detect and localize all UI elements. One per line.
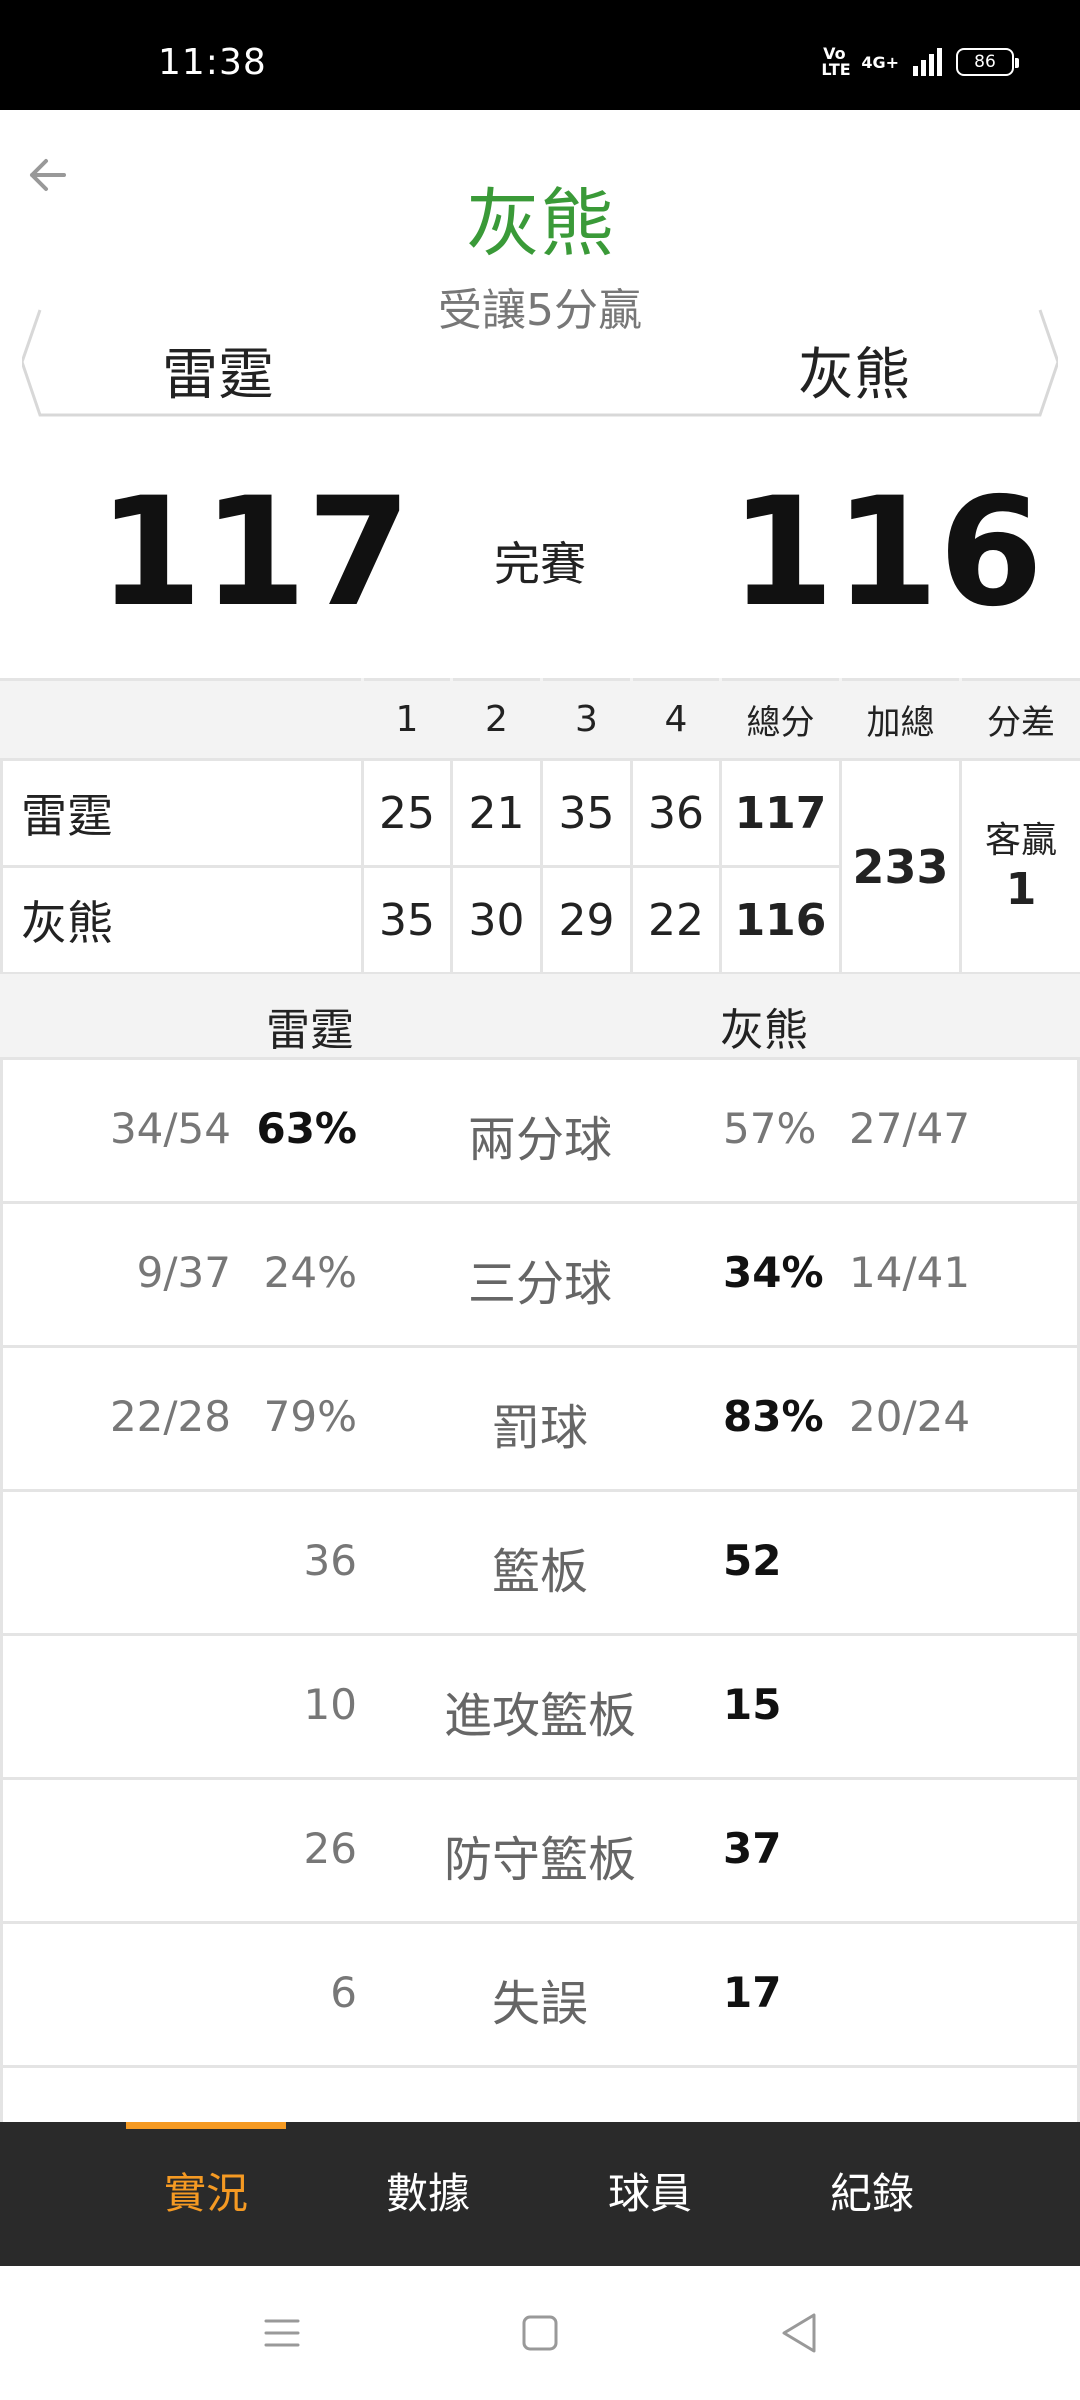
stat-label: 防守籃板 (443, 1832, 636, 1888)
tab-players[interactable]: 球員 (570, 2122, 730, 2266)
tab-live[interactable]: 實況 (126, 2122, 286, 2266)
home-team-name: 雷霆 (162, 343, 274, 408)
header-q4: 4 (630, 678, 722, 761)
q3-score: 29 (540, 865, 633, 975)
stat-row-three-pointers: 9/37 24% 三分球 34% 14/41 (0, 1204, 1080, 1348)
stat-row-free-throws: 22/28 79% 罰球 83% 20/24 (0, 1348, 1080, 1492)
stats-left-team: 雷霆 (266, 1005, 354, 1056)
header-diff: 分差 (959, 678, 1080, 761)
right-value: 83% (723, 1392, 824, 1441)
quarter-header-row: 1 2 3 4 總分 加總 分差 (0, 678, 1080, 761)
right-value: 34% (723, 1248, 824, 1297)
q1-score: 35 (361, 865, 453, 975)
stat-row-rebounds: 36 籃板 52 (0, 1492, 1080, 1636)
stat-row-turnovers: 6 失誤 17 (0, 1924, 1080, 2068)
stat-row-defensive-rebounds: 26 防守籃板 37 (0, 1780, 1080, 1924)
total-score: 117 (719, 758, 842, 868)
header-sum: 加總 (839, 678, 962, 761)
header-total: 總分 (719, 678, 842, 761)
header-team (0, 678, 364, 761)
q3-score: 35 (540, 758, 633, 868)
menu-icon[interactable] (222, 2266, 342, 2400)
q2-score: 21 (450, 758, 543, 868)
tab-records[interactable]: 紀錄 (792, 2122, 952, 2266)
away-score: 116 (730, 466, 1044, 640)
battery-icon: 86 (956, 48, 1019, 76)
status-bar: 11:38 Vo LTE 4G+ 86 (0, 0, 1080, 110)
header-q3: 3 (540, 678, 633, 761)
point-diff: 客贏 1 (959, 758, 1080, 975)
stat-label: 進攻籃板 (443, 1688, 636, 1744)
q1-score: 25 (361, 758, 453, 868)
right-fraction: 27/47 (849, 1104, 971, 1153)
row-team: 灰熊 (0, 865, 364, 975)
right-value: 17 (723, 1968, 782, 2017)
volte-icon: Vo LTE (821, 44, 851, 79)
combined-total: 233 (839, 758, 962, 975)
diff-label: 客贏 (984, 819, 1057, 861)
home-icon[interactable] (480, 2266, 600, 2400)
back-icon[interactable] (738, 2266, 858, 2400)
bottom-tab-bar: 實況 數據 球員 紀錄 (0, 2122, 1080, 2266)
stat-row-two-pointers: 34/54 63% 兩分球 57% 27/47 (0, 1060, 1080, 1204)
signal-icon (913, 48, 942, 76)
q4-score: 36 (630, 758, 722, 868)
stats-right-team: 灰熊 (720, 1005, 808, 1056)
row-team: 雷霆 (0, 758, 364, 868)
quarter-score-table: 1 2 3 4 總分 加總 分差 雷霆 25 21 35 36 117 233 … (0, 678, 1080, 975)
stat-label: 失誤 (491, 1976, 588, 2032)
right-value: 57% (723, 1104, 817, 1153)
status-icons: Vo LTE 4G+ 86 (821, 44, 1019, 79)
table-row: 雷霆 25 21 35 36 117 233 客贏 1 (0, 758, 1080, 975)
right-value: 52 (723, 1536, 782, 1585)
right-value: 15 (723, 1680, 782, 1729)
stat-label: 助攻 (3, 2108, 1077, 2122)
stat-label: 籃板 (491, 1544, 588, 1600)
diff-value: 1 (1005, 863, 1037, 915)
away-team-name: 灰熊 (798, 343, 910, 408)
stat-row-assists: 助攻 (0, 2068, 1080, 2122)
stats-header: 雷霆 灰熊 (0, 974, 1080, 1060)
q2-score: 30 (450, 865, 543, 975)
stat-row-offensive-rebounds: 10 進攻籃板 15 (0, 1636, 1080, 1780)
right-value: 37 (723, 1824, 782, 1873)
q4-score: 22 (630, 865, 722, 975)
tab-data[interactable]: 數據 (348, 2122, 508, 2266)
winner-team: 灰熊 (466, 181, 614, 267)
header-q1: 1 (361, 678, 453, 761)
clock: 11:38 (158, 42, 267, 83)
right-fraction: 14/41 (849, 1248, 971, 1297)
total-score: 116 (719, 865, 842, 975)
header-q2: 2 (450, 678, 543, 761)
stats-list[interactable]: 34/54 63% 兩分球 57% 27/47 9/37 24% 三分球 34%… (0, 1060, 1080, 2122)
right-fraction: 20/24 (849, 1392, 971, 1441)
system-nav-bar (0, 2266, 1080, 2400)
network-type: 4G+ (861, 52, 899, 72)
